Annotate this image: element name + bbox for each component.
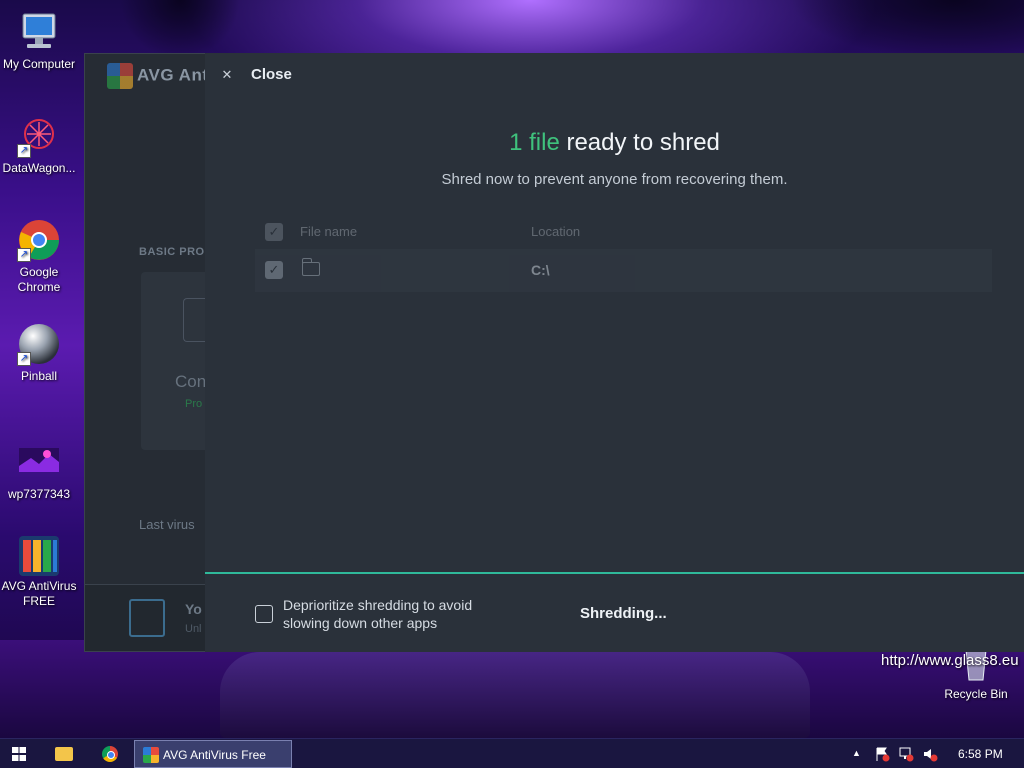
- close-icon[interactable]: ✕: [217, 65, 237, 85]
- desktop-icon-label: DataWagon...: [2, 161, 76, 175]
- headline-text: ready to shred: [559, 129, 720, 156]
- deprioritize-checkbox[interactable]: [255, 605, 273, 623]
- shred-subtitle: Shred now to prevent anyone from recover…: [441, 171, 788, 188]
- desktop-icon-label: My Computer: [2, 57, 76, 71]
- taskbar: AVG AntiVirus Free ▲ 6:58 PM: [0, 738, 1024, 768]
- chrome-taskbar-button[interactable]: [94, 743, 124, 765]
- table-row[interactable]: ✓ C:\: [255, 249, 992, 292]
- computer-protection-card[interactable]: Con Pro: [141, 272, 211, 450]
- start-button[interactable]: [0, 739, 38, 768]
- shred-headline: 1 file ready to shred: [205, 129, 1024, 157]
- desktop-icon-wp7377343[interactable]: wp7377343: [0, 440, 78, 502]
- network-icon[interactable]: [898, 746, 914, 765]
- gift-icon: [129, 599, 165, 637]
- chrome-icon: [102, 746, 118, 762]
- desktop-icon-label: wp7377343: [7, 487, 71, 501]
- row-location: C:\: [531, 262, 550, 278]
- wallpaper-car: [220, 652, 810, 738]
- shredder-panel: ✕ Close 1 file ready to shred Shred now …: [205, 53, 1024, 652]
- desktop-icon-avg-antivirus[interactable]: AVG AntiVirus FREE: [0, 532, 78, 609]
- chrome-icon: ↗: [17, 218, 61, 262]
- shortcut-arrow-icon: ↗: [17, 248, 31, 262]
- datawagon-icon: ↗: [17, 114, 61, 158]
- wallpaper-palm-right: [790, 0, 1024, 60]
- task-label: AVG AntiVirus Free: [163, 748, 266, 762]
- computer-card-status: Pro: [185, 398, 203, 410]
- computer-icon: [17, 10, 61, 54]
- shortcut-arrow-icon: ↗: [17, 144, 31, 158]
- deprioritize-label[interactable]: Deprioritize shredding to avoid slowing …: [283, 596, 503, 632]
- column-location: Location: [531, 224, 581, 239]
- basic-protection-label: BASIC PRO: [139, 246, 205, 258]
- progress-divider: [205, 572, 1024, 574]
- pinball-icon: ↗: [17, 322, 61, 366]
- shortcut-arrow-icon: ↗: [17, 352, 31, 366]
- desktop-icon-label: AVG AntiVirus FREE: [1, 579, 77, 608]
- promo-subtitle: Unl: [185, 623, 202, 635]
- close-button[interactable]: Close: [251, 66, 292, 83]
- row-checkbox[interactable]: ✓: [265, 261, 283, 279]
- desktop-icon-label: Google Chrome: [17, 265, 61, 294]
- wallpaper-palm-left: [120, 0, 240, 60]
- volume-muted-icon[interactable]: [922, 746, 938, 765]
- system-clock[interactable]: 6:58 PM: [958, 747, 1003, 761]
- folder-icon: [55, 747, 73, 761]
- desktop-icon-pinball[interactable]: ↗ Pinball: [0, 322, 78, 384]
- desktop-icon-google-chrome[interactable]: ↗ Google Chrome: [0, 218, 78, 295]
- desktop-icon-label: Pinball: [20, 369, 58, 383]
- last-virus-label: Last virus: [139, 517, 195, 532]
- select-all-checkbox[interactable]: ✓: [265, 223, 283, 241]
- avg-logo-icon: [107, 63, 133, 89]
- shredding-status: Shredding...: [580, 605, 667, 622]
- avg-taskbar-button[interactable]: AVG AntiVirus Free: [134, 740, 292, 768]
- avg-icon: [17, 532, 61, 576]
- column-file-name: File name: [300, 224, 358, 239]
- folder-icon: [302, 258, 320, 276]
- wallpaper-watermark: http://www.glass8.eu: [881, 652, 1019, 669]
- windows-logo-icon: [12, 747, 26, 761]
- avg-icon: [143, 747, 159, 763]
- file-count: 1 file: [509, 129, 560, 156]
- tray-overflow-icon[interactable]: ▲: [852, 748, 861, 758]
- promo-title: Yo: [185, 601, 202, 617]
- desktop-icon-label: Recycle Bin: [944, 687, 1008, 701]
- action-center-flag-icon[interactable]: [874, 746, 890, 765]
- desktop-icon-datawagon[interactable]: ↗ DataWagon...: [0, 114, 78, 176]
- file-explorer-taskbar-button[interactable]: [48, 743, 78, 765]
- image-file-icon: [17, 440, 61, 484]
- file-table-header: ✓ File name Location: [255, 221, 992, 243]
- computer-card-title: Con: [175, 372, 207, 391]
- desktop-icon-my-computer[interactable]: My Computer: [0, 10, 78, 72]
- avg-brand: AVG Ant: [107, 63, 209, 89]
